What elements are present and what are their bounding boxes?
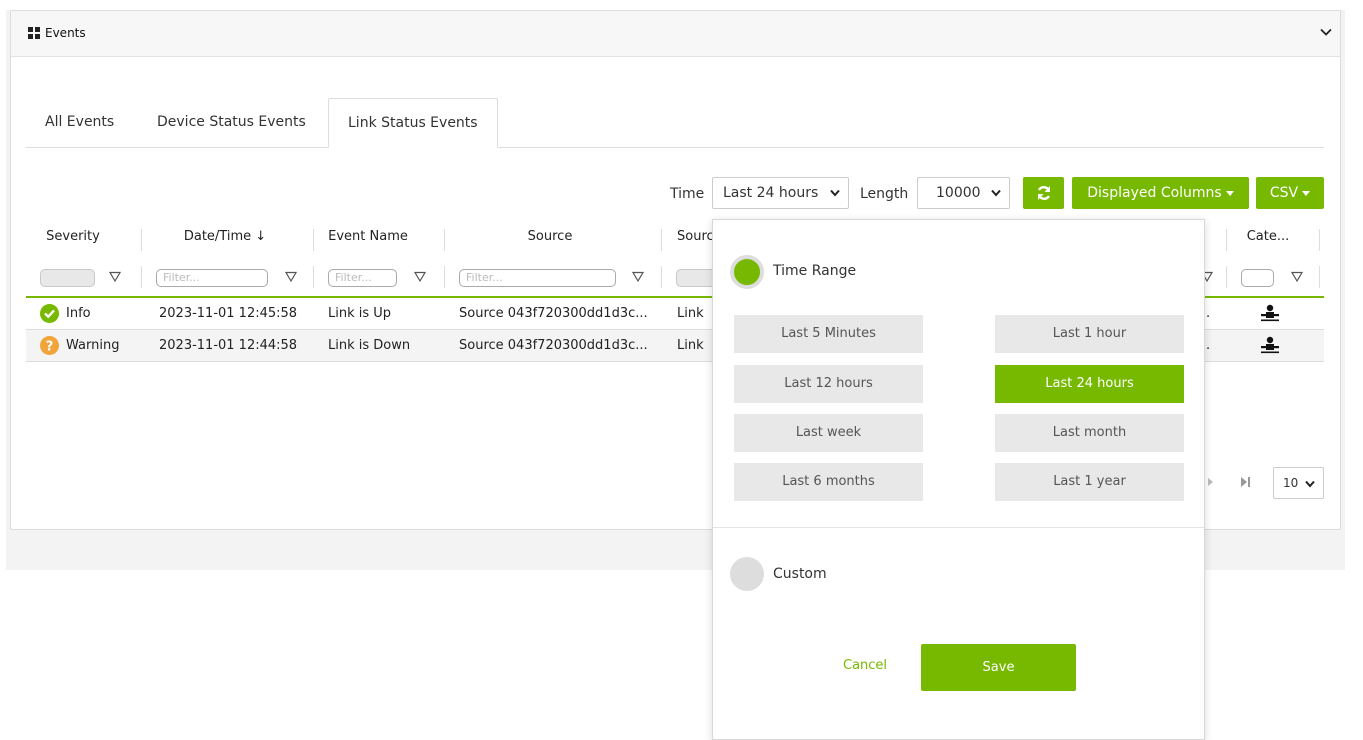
check-circle-icon	[40, 304, 59, 323]
filter-divider	[1226, 266, 1227, 288]
tab-link-status-events[interactable]: Link Status Events	[328, 98, 498, 148]
range-last-5-minutes-button[interactable]: Last 5 Minutes	[734, 315, 923, 353]
save-button[interactable]: Save	[921, 644, 1076, 691]
displayed-columns-label: Displayed Columns	[1087, 185, 1222, 201]
datetime-cell: 2023-11-01 12:44:58	[159, 338, 298, 353]
column-header-event-name[interactable]: Event Name	[318, 229, 418, 251]
time-range-radio[interactable]	[730, 255, 764, 289]
filter-divider	[141, 266, 142, 288]
custom-radio[interactable]	[730, 557, 764, 591]
severity-cell: Info	[66, 306, 91, 321]
source-cell: Source 043f720300dd1d3c...	[459, 338, 648, 353]
chevron-down-icon	[1305, 480, 1315, 488]
cancel-button[interactable]: Cancel	[843, 658, 887, 673]
panel-header[interactable]: Events	[11, 11, 1340, 57]
event-name-cell: Link is Down	[328, 338, 411, 353]
source-2-cell: Link	[677, 306, 704, 321]
length-select-value: 10000	[936, 185, 981, 201]
column-divider	[444, 229, 445, 251]
range-last-6-months-button[interactable]: Last 6 months	[734, 463, 923, 501]
category-filter-select[interactable]	[1241, 269, 1274, 287]
filter-divider	[444, 266, 445, 288]
refresh-button[interactable]	[1023, 177, 1064, 209]
event-tabs: All Events Device Status Events Link Sta…	[26, 98, 1324, 148]
custom-label: Custom	[773, 566, 827, 582]
range-last-1-year-button[interactable]: Last 1 year	[995, 463, 1184, 501]
truncated-cell: .	[1206, 338, 1211, 353]
popup-divider	[713, 527, 1204, 528]
length-label: Length	[860, 186, 909, 202]
page-size-select[interactable]: 10	[1273, 467, 1324, 499]
last-page-icon[interactable]	[1234, 466, 1256, 498]
svg-text:?: ?	[46, 340, 54, 355]
truncated-cell: .	[1206, 306, 1211, 321]
column-header-datetime[interactable]: Date/Time ↓	[150, 229, 300, 251]
range-last-24-hours-button[interactable]: Last 24 hours	[995, 365, 1184, 403]
filter-icon[interactable]	[632, 271, 644, 283]
column-header-severity[interactable]: Severity	[26, 229, 120, 251]
filter-divider	[661, 266, 662, 288]
source-filter-input[interactable]: Filter...	[459, 269, 616, 287]
column-divider	[141, 229, 142, 251]
chevron-down-icon	[830, 189, 840, 197]
source-cell: Source 043f720300dd1d3c...	[459, 306, 648, 321]
column-divider	[313, 229, 314, 251]
column-header-source-2[interactable]: Sourc	[665, 229, 714, 251]
grid-icon	[28, 27, 40, 39]
time-label: Time	[670, 186, 705, 202]
refresh-icon	[1037, 186, 1050, 200]
severity-cell: Warning	[66, 338, 120, 353]
csv-button[interactable]: CSV	[1256, 177, 1324, 209]
filter-divider	[1319, 266, 1320, 288]
column-header-category[interactable]: Cate...	[1232, 229, 1304, 251]
datetime-cell: 2023-11-01 12:45:58	[159, 306, 298, 321]
chevron-down-icon[interactable]	[1319, 25, 1333, 39]
range-last-month-button[interactable]: Last month	[995, 414, 1184, 452]
length-select[interactable]: 10000	[917, 177, 1010, 209]
link-category-icon	[1261, 336, 1279, 354]
range-last-12-hours-button[interactable]: Last 12 hours	[734, 365, 923, 403]
range-last-week-button[interactable]: Last week	[734, 414, 923, 452]
page-size-value: 10	[1283, 476, 1299, 490]
filter-icon[interactable]	[109, 271, 121, 283]
caret-down-icon	[1225, 190, 1234, 196]
source-2-filter-select[interactable]	[676, 269, 716, 287]
severity-filter-select[interactable]	[40, 269, 95, 287]
displayed-columns-button[interactable]: Displayed Columns	[1072, 177, 1249, 209]
event-name-cell: Link is Up	[328, 306, 392, 321]
time-select[interactable]: Last 24 hours	[712, 177, 849, 209]
column-header-source[interactable]: Source	[450, 229, 650, 251]
source-2-cell: Link	[677, 338, 704, 353]
column-divider	[1319, 229, 1320, 251]
event-name-filter-input[interactable]: Filter...	[328, 269, 397, 287]
caret-down-icon	[1302, 190, 1311, 196]
column-divider	[1226, 229, 1227, 251]
datetime-filter-input[interactable]: Filter...	[156, 269, 268, 287]
link-category-icon	[1261, 304, 1279, 322]
tab-device-status-events[interactable]: Device Status Events	[138, 98, 325, 148]
question-circle-icon: ?	[40, 336, 59, 355]
time-select-value: Last 24 hours	[723, 185, 819, 201]
column-divider	[661, 229, 662, 251]
filter-divider	[313, 266, 314, 288]
tab-all-events[interactable]: All Events	[26, 98, 133, 148]
panel-title-text: Events	[45, 26, 86, 40]
filter-icon[interactable]	[285, 271, 297, 283]
panel-title: Events	[28, 26, 86, 40]
range-last-1-hour-button[interactable]: Last 1 hour	[995, 315, 1184, 353]
filter-icon[interactable]	[414, 271, 426, 283]
time-range-popup: Time Range Last 5 Minutes Last 1 hour La…	[712, 219, 1205, 740]
csv-label: CSV	[1269, 185, 1299, 201]
filter-icon[interactable]	[1291, 271, 1303, 283]
chevron-down-icon	[991, 189, 1001, 197]
time-range-label: Time Range	[773, 263, 857, 279]
